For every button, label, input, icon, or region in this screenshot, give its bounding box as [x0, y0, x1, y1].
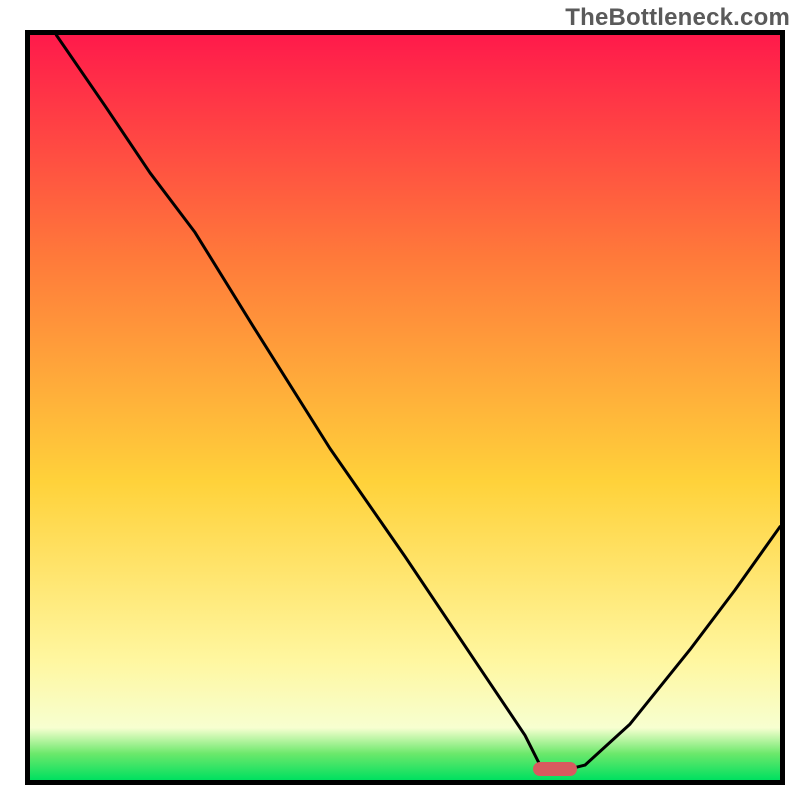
bottleneck-curve [30, 35, 780, 780]
plot-area [25, 30, 785, 785]
watermark-text: TheBottleneck.com [565, 4, 790, 32]
chart-frame: TheBottleneck.com [0, 0, 800, 800]
optimum-marker [533, 762, 577, 776]
